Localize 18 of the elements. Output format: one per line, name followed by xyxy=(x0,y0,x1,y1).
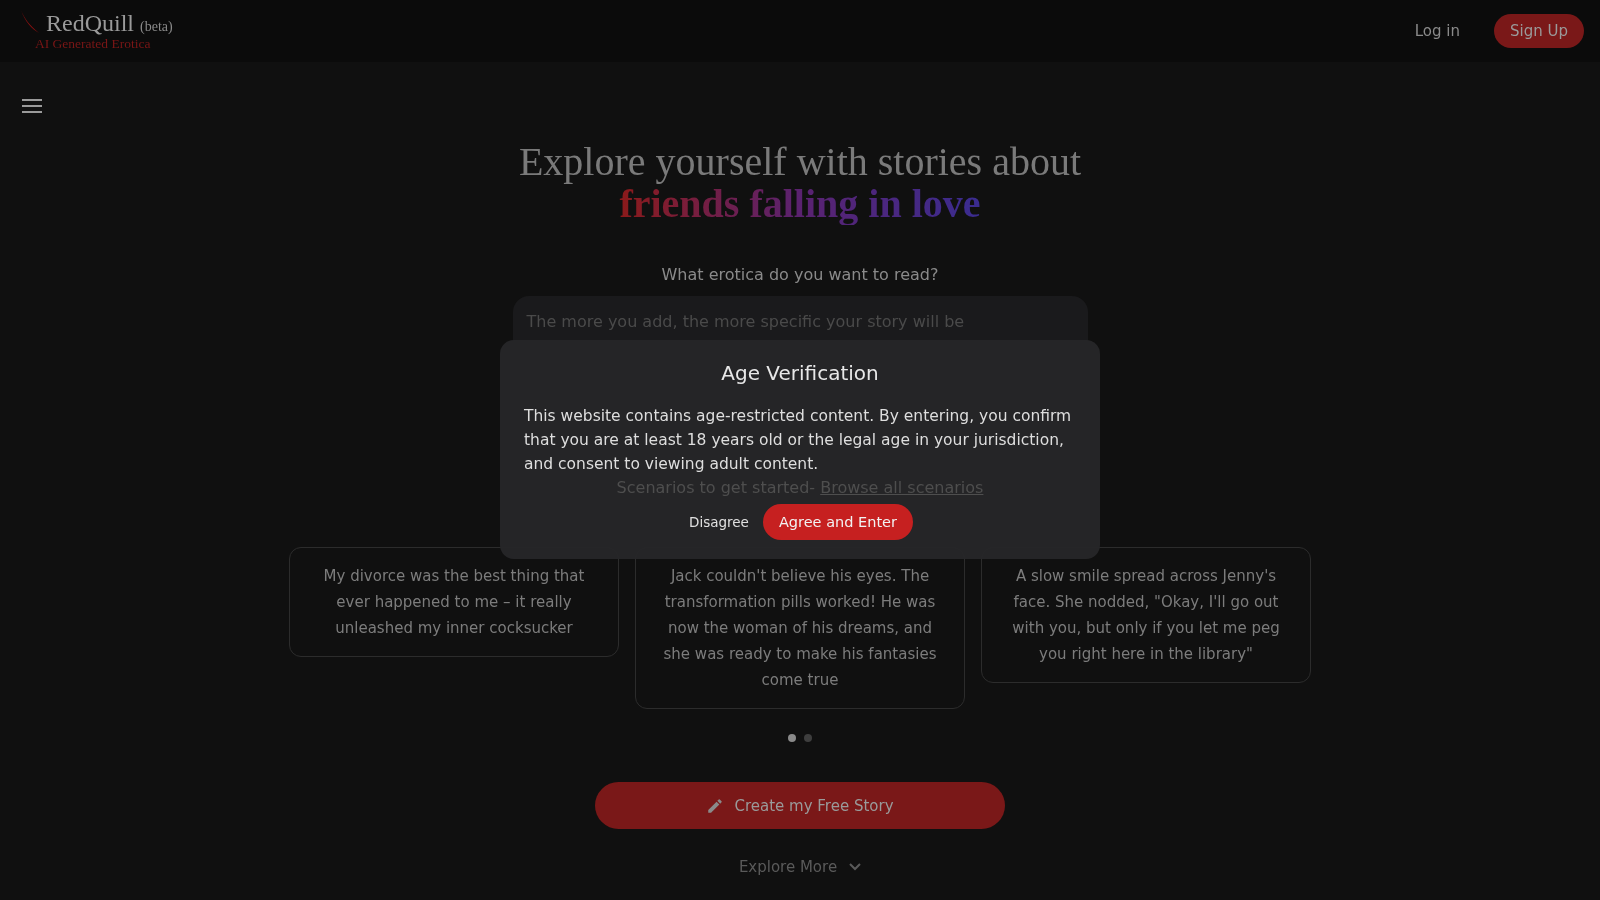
agree-button[interactable]: Agree and Enter xyxy=(762,504,913,540)
dialog-title: Age Verification xyxy=(721,360,879,387)
menu-icon[interactable] xyxy=(22,98,42,114)
create-story-button[interactable]: Create my Free Story xyxy=(595,782,1005,829)
hero-title: Explore yourself with stories about xyxy=(518,141,1082,183)
chevron-down-icon xyxy=(849,863,862,871)
dialog-message: This website contains age-restricted content. By entering, you confirm that you are at least 18 years old or the legal age in your jurisdiction, and consent to viewing adult content. xyxy=(524,406,1073,475)
tagline: AI Generated Erotica xyxy=(35,36,152,52)
login-link[interactable]: Log in xyxy=(1408,18,1466,44)
explore-more-button[interactable]: Explore More xyxy=(732,857,868,877)
pencil-icon xyxy=(706,796,725,815)
carousel-dot[interactable] xyxy=(788,734,796,742)
disagree-button[interactable]: Disagree xyxy=(687,508,751,536)
carousel-dot[interactable] xyxy=(804,734,812,742)
signup-button[interactable]: Sign Up xyxy=(1494,14,1584,48)
logo-text: RedQuill xyxy=(46,10,134,36)
prompt-label: What erotica do you want to read? xyxy=(661,265,939,285)
beta-label: (beta) xyxy=(140,18,173,36)
